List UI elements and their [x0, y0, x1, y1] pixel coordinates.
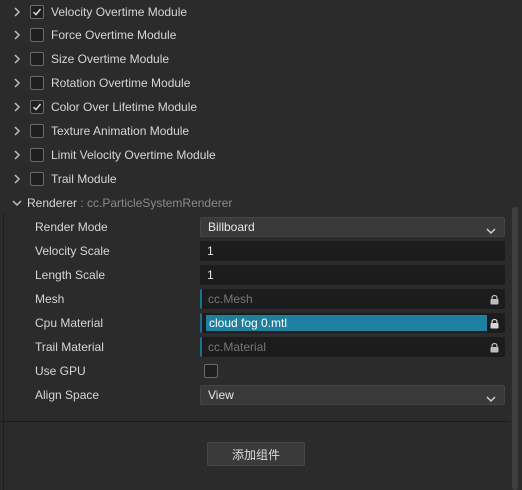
- chevron-right-icon[interactable]: [12, 150, 22, 160]
- renderer-section-header[interactable]: Renderer : cc.ParticleSystemRenderer: [0, 191, 510, 215]
- render-mode-value: Billboard: [208, 220, 255, 234]
- module-row-color-over-lifetime[interactable]: Color Over Lifetime Module: [0, 95, 510, 119]
- cpu-material-value: cloud fog 0.mtl: [206, 315, 487, 331]
- cpu-material-label: Cpu Material: [35, 316, 104, 330]
- length-scale-label: Length Scale: [35, 268, 106, 282]
- chevron-right-icon[interactable]: [12, 7, 22, 17]
- align-space-select[interactable]: View: [200, 385, 505, 405]
- renderer-title-text: Renderer: [27, 196, 78, 210]
- trail-material-label: Trail Material: [35, 340, 104, 354]
- lock-icon[interactable]: [489, 318, 500, 332]
- align-space-value: View: [208, 388, 234, 402]
- scrollbar-thumb[interactable]: [512, 207, 518, 490]
- length-scale-input[interactable]: 1: [200, 265, 505, 285]
- module-label: Texture Animation Module: [51, 124, 190, 138]
- cpu-material-asset-field[interactable]: cloud fog 0.mtl: [200, 313, 505, 333]
- module-row-trail[interactable]: Trail Module: [0, 167, 510, 191]
- lock-icon[interactable]: [489, 294, 500, 308]
- module-label: Color Over Lifetime Module: [51, 100, 198, 114]
- mesh-label: Mesh: [35, 292, 65, 306]
- module-enabled-checkbox[interactable]: [30, 5, 44, 19]
- module-enabled-checkbox[interactable]: [30, 124, 44, 138]
- velocity-scale-label: Velocity Scale: [35, 244, 110, 258]
- trail-material-asset-field[interactable]: cc.Material: [200, 337, 505, 357]
- module-row-force-overtime[interactable]: Force Overtime Module: [0, 23, 510, 47]
- module-row-limit-velocity-overtime[interactable]: Limit Velocity Overtime Module: [0, 143, 510, 167]
- module-enabled-checkbox[interactable]: [30, 52, 44, 66]
- chevron-right-icon[interactable]: [12, 30, 22, 40]
- module-row-velocity-overtime[interactable]: Velocity Overtime Module: [0, 0, 510, 24]
- module-row-size-overtime[interactable]: Size Overtime Module: [0, 47, 510, 71]
- module-enabled-checkbox[interactable]: [30, 100, 44, 114]
- chevron-right-icon[interactable]: [12, 102, 22, 112]
- renderer-subtitle: : cc.ParticleSystemRenderer: [80, 196, 233, 210]
- use-gpu-checkbox[interactable]: [204, 364, 218, 378]
- render-mode-label: Render Mode: [35, 220, 108, 234]
- section-divider: [0, 421, 510, 422]
- module-enabled-checkbox[interactable]: [30, 148, 44, 162]
- module-label: Limit Velocity Overtime Module: [51, 148, 216, 162]
- velocity-scale-input[interactable]: 1: [200, 241, 505, 261]
- chevron-down-icon: [486, 392, 496, 406]
- module-enabled-checkbox[interactable]: [30, 172, 44, 186]
- add-component-button[interactable]: 添加组件: [207, 442, 305, 466]
- chevron-right-icon[interactable]: [12, 126, 22, 136]
- module-label: Force Overtime Module: [51, 28, 177, 42]
- velocity-scale-value: 1: [207, 244, 214, 258]
- inspector-panel: Velocity Overtime Module Force Overtime …: [0, 0, 522, 490]
- use-gpu-label: Use GPU: [35, 364, 86, 378]
- module-row-texture-animation[interactable]: Texture Animation Module: [0, 119, 510, 143]
- module-label: Rotation Overtime Module: [51, 76, 191, 90]
- mesh-asset-field[interactable]: cc.Mesh: [200, 289, 505, 309]
- module-label: Trail Module: [51, 172, 117, 186]
- chevron-right-icon[interactable]: [12, 54, 22, 64]
- mesh-placeholder: cc.Mesh: [208, 292, 253, 306]
- module-row-rotation-overtime[interactable]: Rotation Overtime Module: [0, 71, 510, 95]
- chevron-down-icon[interactable]: [12, 198, 22, 208]
- align-space-label: Align Space: [35, 388, 100, 402]
- lock-icon[interactable]: [489, 342, 500, 356]
- module-label: Size Overtime Module: [51, 52, 170, 66]
- chevron-right-icon[interactable]: [12, 78, 22, 88]
- module-enabled-checkbox[interactable]: [30, 76, 44, 90]
- chevron-down-icon: [486, 224, 496, 238]
- renderer-title: Renderer : cc.ParticleSystemRenderer: [27, 196, 232, 210]
- chevron-right-icon[interactable]: [12, 174, 22, 184]
- module-enabled-checkbox[interactable]: [30, 28, 44, 42]
- trail-material-placeholder: cc.Material: [208, 340, 267, 354]
- render-mode-select[interactable]: Billboard: [200, 217, 505, 237]
- module-label: Velocity Overtime Module: [51, 5, 188, 19]
- length-scale-value: 1: [207, 268, 214, 282]
